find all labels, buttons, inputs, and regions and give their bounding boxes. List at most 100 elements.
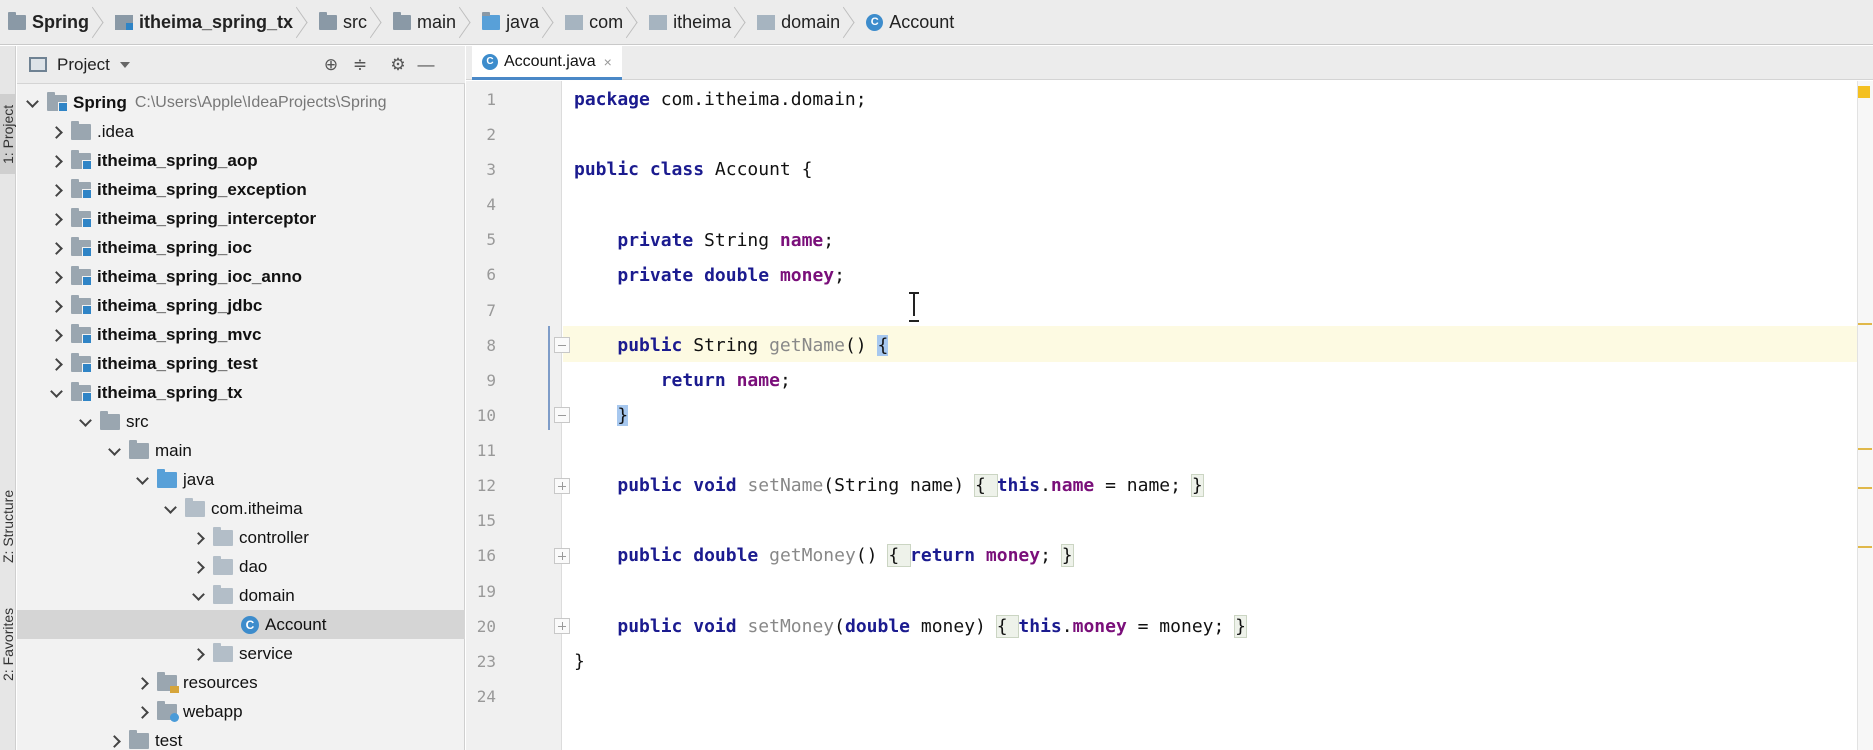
error-stripe-mark[interactable] xyxy=(1858,323,1872,325)
tool-tab-structure[interactable]: Z: Structure xyxy=(0,476,16,576)
tree-item[interactable]: webapp xyxy=(17,697,465,726)
tree-item[interactable]: com.itheima xyxy=(17,494,465,523)
tree-item[interactable]: controller xyxy=(17,523,465,552)
tree-item[interactable]: itheima_spring_aop xyxy=(17,146,465,175)
tree-item[interactable]: java xyxy=(17,465,465,494)
error-stripe-mark[interactable] xyxy=(1858,546,1872,548)
expand-arrow-icon[interactable] xyxy=(49,270,63,284)
editor-scrollbar[interactable] xyxy=(1857,81,1873,750)
hide-icon[interactable]: — xyxy=(417,56,435,74)
tree-item-label: itheima_spring_aop xyxy=(97,150,258,170)
tree-item[interactable]: domain xyxy=(17,581,465,610)
code-token: money xyxy=(1072,616,1127,637)
folder-icon xyxy=(71,120,91,140)
code-token: getMoney xyxy=(769,545,856,566)
expand-arrow-icon[interactable] xyxy=(49,328,63,342)
fold-expand-icon[interactable] xyxy=(554,478,570,494)
tree-item[interactable]: itheima_spring_ioc xyxy=(17,233,465,262)
expand-arrow-icon[interactable] xyxy=(49,183,63,197)
fold-collapse-icon[interactable] xyxy=(554,407,570,423)
expand-arrow-icon[interactable] xyxy=(135,705,149,719)
code-line-12: public void setName(String name) { this.… xyxy=(574,468,1204,504)
tree-item-label: dao xyxy=(239,556,268,576)
code-token: ; xyxy=(1040,545,1062,566)
code-token: name xyxy=(1050,475,1095,496)
source-folder-icon xyxy=(482,11,501,30)
tree-item[interactable]: service xyxy=(17,639,465,668)
inspection-status-icon[interactable] xyxy=(1858,86,1870,98)
code-line-5: private String name; xyxy=(574,223,834,259)
error-stripe-mark[interactable] xyxy=(1858,487,1872,489)
expand-arrow-icon[interactable] xyxy=(163,502,177,516)
code-token: public xyxy=(574,159,640,180)
tree-item-label: itheima_spring_ioc_anno xyxy=(97,266,302,286)
tree-item[interactable]: itheima_spring_mvc xyxy=(17,320,465,349)
code-token: return xyxy=(660,370,726,391)
folder-icon xyxy=(100,410,120,430)
tree-item[interactable]: itheima_spring_ioc_anno xyxy=(17,262,465,291)
tree-item[interactable]: itheima_spring_test xyxy=(17,349,465,378)
expand-arrow-icon[interactable] xyxy=(25,96,39,110)
tree-item[interactable]: dao xyxy=(17,552,465,581)
project-view-selector[interactable]: Project xyxy=(57,55,110,75)
expand-arrow-icon[interactable] xyxy=(49,241,63,255)
gear-icon[interactable]: ⚙ xyxy=(389,56,407,74)
tree-item-root[interactable]: Spring C:\Users\Apple\IdeaProjects\Spring xyxy=(17,88,465,117)
breadcrumb-item-main[interactable]: main xyxy=(387,0,476,45)
breadcrumb-item-module[interactable]: itheima_spring_tx xyxy=(109,0,313,45)
package-icon xyxy=(185,497,205,517)
expand-arrow-icon[interactable] xyxy=(191,647,205,661)
tree-item[interactable]: itheima_spring_tx xyxy=(17,378,465,407)
expand-arrow-icon[interactable] xyxy=(49,154,63,168)
expand-arrow-icon[interactable] xyxy=(135,473,149,487)
tool-window-strip: 1: Project Z: Structure 2: Favorites xyxy=(0,46,16,750)
close-icon[interactable]: × xyxy=(604,54,612,70)
breadcrumb-item-itheima[interactable]: itheima xyxy=(643,0,751,45)
tree-item[interactable]: itheima_spring_exception xyxy=(17,175,465,204)
expand-arrow-icon[interactable] xyxy=(191,531,205,545)
code-token: = money; xyxy=(1126,616,1236,637)
expand-arrow-icon[interactable] xyxy=(107,444,121,458)
expand-arrow-icon[interactable] xyxy=(49,386,63,400)
module-icon xyxy=(71,381,92,402)
tree-item-label: webapp xyxy=(183,701,243,721)
breadcrumb-item-src[interactable]: src xyxy=(313,0,387,45)
tree-item[interactable]: resources xyxy=(17,668,465,697)
tree-item[interactable]: .idea xyxy=(17,117,465,146)
breadcrumb-item-domain[interactable]: domain xyxy=(751,0,860,45)
error-stripe-mark[interactable] xyxy=(1858,448,1872,450)
expand-arrow-icon[interactable] xyxy=(191,589,205,603)
breadcrumb-item-spring[interactable]: Spring xyxy=(2,0,109,45)
tool-tab-favorites[interactable]: 2: Favorites xyxy=(0,594,16,694)
code-token: this xyxy=(1018,616,1062,637)
tree-item-label: itheima_spring_ioc xyxy=(97,237,252,257)
expand-arrow-icon[interactable] xyxy=(49,125,63,139)
tree-item[interactable]: itheima_spring_jdbc xyxy=(17,291,465,320)
tree-item-account-selected[interactable]: C Account xyxy=(17,610,465,639)
expand-arrow-icon[interactable] xyxy=(135,676,149,690)
fold-expand-icon[interactable] xyxy=(554,548,570,564)
chevron-down-icon[interactable] xyxy=(119,61,130,68)
expand-arrow-icon[interactable] xyxy=(49,212,63,226)
tree-item[interactable]: test xyxy=(17,726,465,750)
fold-collapse-icon[interactable] xyxy=(554,337,570,353)
code-token: this xyxy=(996,475,1041,496)
expand-arrow-icon[interactable] xyxy=(191,560,205,574)
fold-expand-icon[interactable] xyxy=(554,618,570,634)
tool-tab-project[interactable]: 1: Project xyxy=(0,94,16,174)
expand-arrow-icon[interactable] xyxy=(49,299,63,313)
breadcrumb-item-com[interactable]: com xyxy=(559,0,643,45)
expand-arrow-icon[interactable] xyxy=(49,357,63,371)
code-token: private xyxy=(617,230,694,251)
tree-item[interactable]: src xyxy=(17,407,465,436)
breadcrumb-item-account[interactable]: C Account xyxy=(860,0,958,45)
expand-arrow-icon[interactable] xyxy=(78,415,92,429)
tree-item[interactable]: main xyxy=(17,436,465,465)
tree-item[interactable]: itheima_spring_interceptor xyxy=(17,204,465,233)
collapse-all-icon[interactable]: ≑ xyxy=(351,56,369,74)
editor-tab-account[interactable]: C Account.java × xyxy=(472,46,622,80)
locate-icon[interactable]: ⊕ xyxy=(322,56,340,74)
expand-arrow-icon[interactable] xyxy=(107,734,121,748)
breadcrumb-item-java[interactable]: java xyxy=(476,0,559,45)
